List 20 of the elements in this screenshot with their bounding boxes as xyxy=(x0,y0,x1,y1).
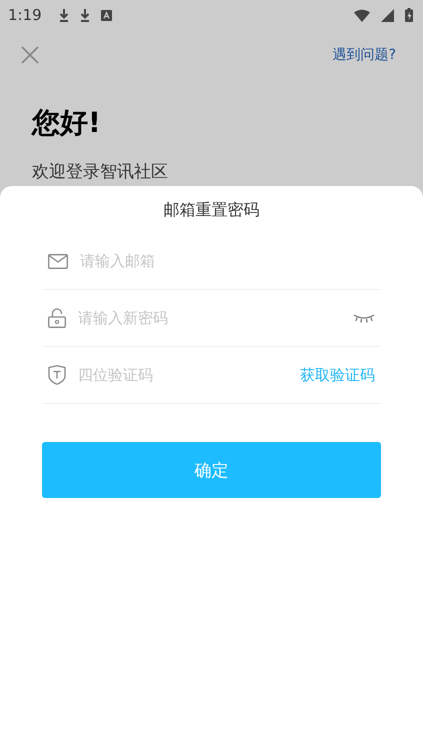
closed-eye-icon[interactable] xyxy=(353,314,375,322)
status-time: 1:19 xyxy=(8,6,42,24)
battery-icon xyxy=(405,8,413,22)
wifi-icon xyxy=(354,8,370,22)
envelope-icon xyxy=(48,254,68,268)
greeting-title: 您好! xyxy=(32,105,102,141)
padlock-icon xyxy=(48,308,66,328)
download-icon xyxy=(80,8,90,22)
sheet-title: 邮箱重置密码 xyxy=(162,200,260,221)
input-field[interactable]: 请输入邮箱 xyxy=(80,252,375,270)
welcome-text: 欢迎登录智讯社区 xyxy=(32,161,169,183)
input-field[interactable]: 请输入新密码 xyxy=(78,309,341,327)
help-link[interactable]: 遇到问题? xyxy=(332,46,396,64)
keyboard-icon xyxy=(100,10,112,20)
shield-icon xyxy=(48,365,66,385)
download-icon xyxy=(58,8,69,22)
confirm-button[interactable]: 确定 xyxy=(42,442,381,498)
signal-icon xyxy=(381,8,394,22)
get-code-link[interactable]: 获取验证码 xyxy=(300,366,375,384)
input-field[interactable]: 四位验证码 xyxy=(78,366,288,384)
